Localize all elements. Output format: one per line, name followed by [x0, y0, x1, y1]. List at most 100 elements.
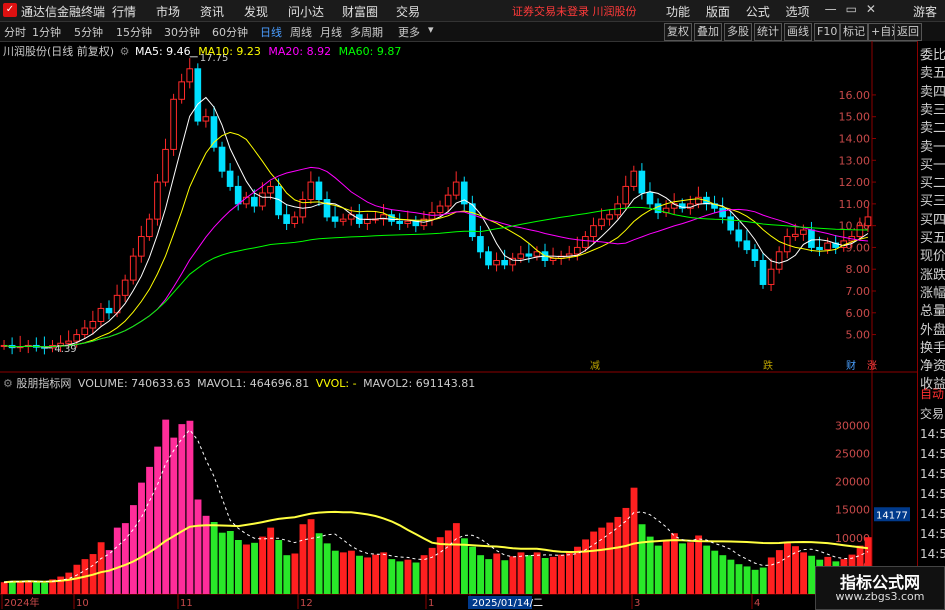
volume-bar [533, 552, 541, 594]
candle-body [307, 181, 315, 200]
candle-body [824, 242, 831, 251]
period-daily[interactable]: 日线 [260, 24, 282, 40]
period-timeshare[interactable]: 分时 [4, 24, 26, 40]
price-tick-label: 15.00 [839, 111, 871, 124]
volume-bar [751, 569, 759, 594]
adjust-button[interactable]: 复权 [664, 23, 692, 41]
volume-bar [339, 552, 347, 594]
menu-options[interactable]: 选项 [786, 5, 810, 19]
quote-field-label: 买一 [920, 157, 945, 173]
period-1min[interactable]: 1分钟 [32, 24, 61, 40]
f10-button[interactable]: F10 [814, 23, 841, 41]
candle-body [251, 196, 258, 207]
menu-wealth[interactable]: 财富圈 [342, 3, 378, 20]
volume-bar [259, 536, 267, 594]
stats-button[interactable]: 统计 [754, 23, 782, 41]
draw-button[interactable]: 画线 [784, 23, 812, 41]
menu-market[interactable]: 市场 [156, 3, 180, 20]
candle-body [444, 194, 452, 207]
menu-ask[interactable]: 问小达 [288, 3, 324, 20]
menu-function[interactable]: 功能 [666, 5, 690, 19]
volume-bar [436, 537, 444, 594]
period-multi[interactable]: 多周期 [350, 24, 383, 40]
guest-label[interactable]: 游客 [913, 3, 937, 20]
period-monthly[interactable]: 月线 [320, 24, 342, 40]
period-5min[interactable]: 5分钟 [74, 24, 103, 40]
menu-discover[interactable]: 发现 [244, 3, 268, 20]
stock-chart[interactable]: 16.0015.0014.0013.0012.0011.0010.009.008… [0, 41, 917, 609]
menu-trade[interactable]: 交易 [396, 3, 420, 20]
period-15min[interactable]: 15分钟 [116, 24, 152, 40]
volume-bars-group [0, 419, 872, 594]
candle-body [864, 216, 872, 227]
candle-body [791, 233, 799, 238]
candle-body [598, 218, 605, 227]
volume-bar [703, 545, 711, 594]
price-tick-label: 6.00 [846, 307, 871, 320]
volume-bar [380, 552, 388, 594]
date-label: 1 [428, 598, 434, 609]
volume-bar [420, 555, 428, 594]
ma20-value: MA20: 8.92 [268, 45, 332, 58]
volume-bar [525, 555, 533, 594]
volume-bar [41, 582, 49, 594]
candle-body [759, 260, 767, 285]
candle-body [194, 68, 202, 122]
volume-bar [396, 561, 404, 594]
window-controls[interactable]: —▭✕ [825, 2, 885, 16]
volume-bar [154, 446, 162, 594]
volume-bar [194, 499, 202, 594]
event-tag-tag1: 减 [590, 360, 600, 372]
overlay-button[interactable]: 叠加 [694, 23, 722, 41]
menu-quotes[interactable]: 行情 [112, 3, 136, 20]
volume-bar [630, 487, 638, 594]
candle-body [154, 181, 161, 220]
chart-title: 川润股份(日线 前复权) [3, 45, 115, 58]
candle-body [73, 334, 81, 342]
volume-bar [364, 557, 372, 594]
more-chevron-icon[interactable]: ▾ [428, 23, 434, 36]
period-30min[interactable]: 30分钟 [164, 24, 200, 40]
quote-field-label: 现价 [920, 249, 945, 265]
menu-layout[interactable]: 版面 [706, 5, 730, 19]
menu-formula[interactable]: 公式 [746, 5, 770, 19]
candle-body [582, 236, 589, 248]
candle-body [396, 220, 403, 224]
trade-mode-label[interactable]: 自动 [920, 385, 944, 403]
candle-body [331, 216, 339, 222]
candle-body [267, 185, 274, 194]
volume-bar [275, 540, 283, 594]
mark-button[interactable]: 标记 [840, 23, 868, 41]
login-status: 证券交易未登录 川润股份 [512, 5, 637, 18]
trade-mode-label[interactable]: 交易 [920, 405, 944, 423]
quote-field-label: 卖三 [920, 102, 945, 118]
volume-bar [622, 507, 630, 594]
volume-bar [0, 582, 8, 594]
quote-field-label: 涨幅 [920, 285, 945, 301]
quote-side-panel[interactable]: 委比 卖五 卖四 卖三 卖二 卖一 买一 买二 买三 买四 买五 现价 涨跌 涨幅 总量 外盘 换手 净资 收益 自动… [917, 41, 945, 609]
candle-body [856, 225, 864, 238]
candle-body [186, 68, 194, 83]
settings-icon[interactable]: ⚙ [120, 45, 130, 58]
period-toolbar: 分时 1分钟 5分钟 15分钟 30分钟 60分钟 日线 周线 月线 多周期 更… [0, 22, 945, 42]
volume-bar [444, 530, 452, 594]
volume-bar [146, 466, 154, 594]
quote-field-label: 卖五 [920, 66, 945, 82]
multi-stock-button[interactable]: 多股 [724, 23, 752, 41]
period-weekly[interactable]: 周线 [290, 24, 312, 40]
volume-bar [170, 437, 178, 594]
settings-icon[interactable]: ⚙ [3, 377, 13, 390]
period-more[interactable]: 更多 [398, 24, 420, 40]
volume-bar [267, 527, 275, 594]
price-tick-label: 7.00 [846, 285, 871, 298]
back-button[interactable]: 返回 [894, 23, 922, 41]
volume-bar [202, 515, 210, 594]
period-60min[interactable]: 60分钟 [212, 24, 248, 40]
tick-time-label: 14:56 [920, 527, 945, 541]
candle-body [767, 268, 775, 285]
candle-body [259, 192, 266, 207]
candle-body [808, 229, 815, 248]
menu-news[interactable]: 资讯 [200, 3, 224, 20]
quote-field-label: 涨跌 [920, 267, 945, 283]
volume-bar [210, 522, 218, 594]
